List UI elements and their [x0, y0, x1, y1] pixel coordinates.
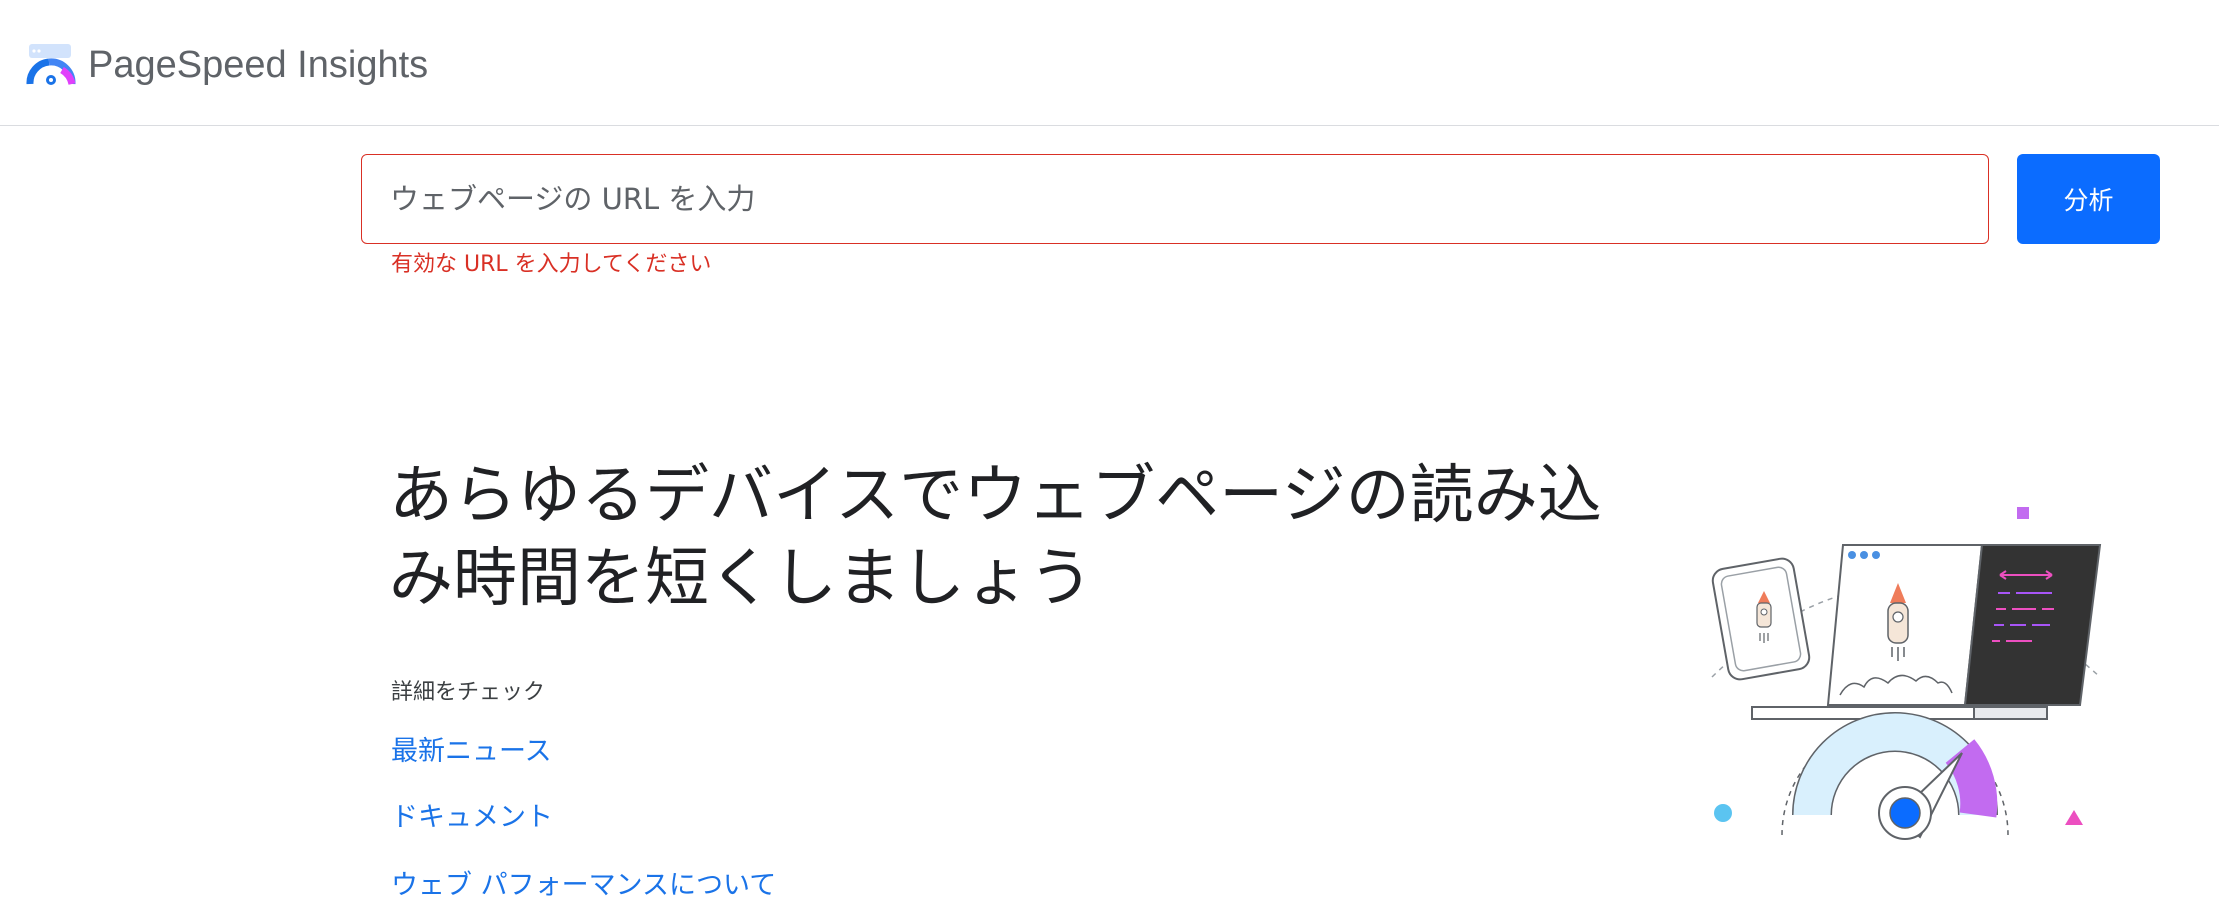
- purple-square-shape: [2017, 507, 2029, 519]
- analyze-button[interactable]: 分析: [2017, 154, 2160, 244]
- url-error-message: 有効な URL を入力してください: [391, 252, 712, 277]
- latest-news-link[interactable]: 最新ニュース: [391, 734, 552, 770]
- url-input[interactable]: [361, 154, 1989, 244]
- blue-dot-shape: [1714, 804, 1732, 822]
- hero-headline: あらゆるデバイスでウェブページの読み込み時間を短くしましょう: [389, 459, 1602, 616]
- site-header: PageSpeed Insights: [0, 0, 2219, 126]
- documentation-link[interactable]: ドキュメント: [391, 800, 553, 836]
- learn-more-label: 詳細をチェック: [391, 680, 546, 705]
- app-title[interactable]: PageSpeed Insights: [88, 40, 428, 90]
- pagespeed-logo-icon[interactable]: [26, 40, 76, 90]
- web-performance-link[interactable]: ウェブ パフォーマンスについて: [391, 868, 776, 904]
- laptop-screen-icon: [1826, 544, 2102, 706]
- devices-speed-gauge-illustration: [1711, 507, 2102, 840]
- speed-gauge-icon: [1781, 712, 2009, 840]
- phone-icon: [1711, 557, 1811, 681]
- pink-triangle-shape: [2065, 810, 2083, 825]
